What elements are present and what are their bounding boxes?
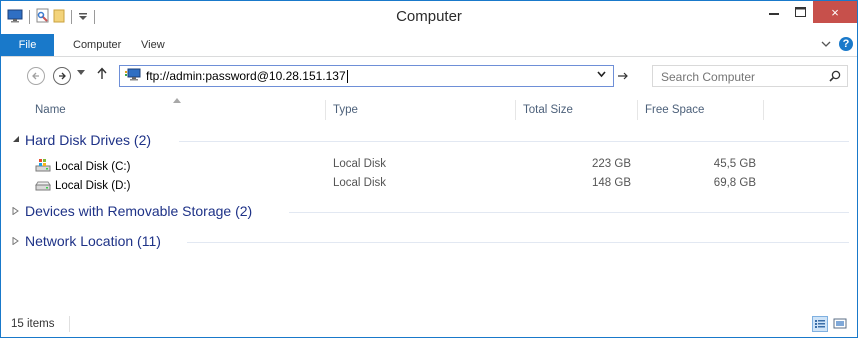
help-icon[interactable]: ? — [839, 37, 853, 51]
group-label: Hard Disk Drives (2) — [25, 132, 152, 148]
search-box[interactable] — [652, 65, 848, 87]
go-arrow-icon — [618, 72, 628, 80]
item-name-cell: Local Disk (D:) — [35, 177, 130, 194]
item-name: Local Disk (D:) — [55, 179, 131, 192]
group-network-location[interactable]: Network Location (11) — [1, 233, 857, 251]
go-button[interactable] — [617, 67, 639, 84]
forward-button[interactable] — [53, 67, 71, 85]
up-arrow-icon — [97, 67, 107, 79]
item-free-space: 69,8 GB — [713, 177, 756, 189]
item-name-cell: Local Disk (C:) — [35, 158, 130, 175]
up-button[interactable] — [97, 67, 107, 83]
group-label: Devices with Removable Storage (2) — [25, 203, 253, 219]
maximize-button[interactable] — [787, 1, 813, 23]
expand-triangle-icon[interactable] — [12, 236, 19, 247]
item-total-size: 223 GB — [592, 158, 631, 170]
column-divider[interactable] — [763, 100, 764, 120]
computer-icon — [125, 68, 141, 84]
list-item[interactable]: Local Disk (C:) Local Disk 223 GB 45,5 G… — [1, 156, 857, 174]
details-view-button[interactable] — [812, 316, 828, 332]
column-divider[interactable] — [325, 100, 326, 120]
back-arrow-icon — [32, 72, 39, 80]
text-cursor — [346, 69, 348, 83]
close-icon: × — [831, 4, 839, 20]
item-total-size: 148 GB — [592, 177, 631, 189]
forward-arrow-icon — [59, 72, 66, 80]
group-label: Network Location (11) — [25, 233, 161, 249]
address-dropdown-button[interactable] — [597, 70, 606, 80]
item-free-space: 45,5 GB — [713, 158, 756, 170]
item-type: Local Disk — [333, 177, 387, 189]
status-divider — [69, 316, 70, 332]
chevron-down-icon — [77, 70, 85, 75]
item-count: 15 items — [11, 318, 55, 330]
maximize-icon — [794, 7, 806, 17]
minimize-button[interactable] — [761, 1, 787, 23]
minimize-icon — [769, 13, 779, 15]
item-type: Local Disk — [333, 158, 387, 170]
status-bar: 15 items — [1, 312, 857, 337]
windows-drive-icon — [35, 158, 51, 175]
close-button[interactable]: × — [813, 1, 857, 23]
expand-ribbon-icon[interactable] — [821, 37, 831, 51]
recent-locations-button[interactable] — [77, 69, 85, 78]
column-free-space[interactable]: Free Space — [645, 104, 704, 116]
group-divider — [179, 141, 849, 142]
column-total-size[interactable]: Total Size — [523, 104, 573, 116]
window-title: Computer — [396, 8, 462, 25]
tab-file[interactable]: File — [1, 34, 54, 56]
sort-ascending-icon — [173, 96, 181, 105]
tab-view[interactable]: View — [141, 34, 165, 56]
column-headers: Name Type Total Size Free Space — [1, 98, 857, 124]
address-input[interactable]: ftp://admin:password@10.28.151.137 — [146, 69, 346, 83]
search-icon[interactable] — [829, 70, 841, 85]
chevron-down-icon — [597, 71, 606, 78]
group-hard-disk-drives[interactable]: Hard Disk Drives (2) — [1, 132, 857, 150]
group-removable-storage[interactable]: Devices with Removable Storage (2) — [1, 203, 857, 221]
back-button[interactable] — [27, 67, 45, 85]
search-input[interactable] — [659, 68, 823, 86]
details-view-icon — [815, 320, 825, 328]
address-bar[interactable]: ftp://admin:password@10.28.151.137 — [119, 65, 614, 87]
list-item[interactable]: Local Disk (D:) Local Disk 148 GB 69,8 G… — [1, 175, 857, 193]
item-name: Local Disk (C:) — [55, 160, 131, 173]
navigation-bar: ftp://admin:password@10.28.151.137 — [1, 64, 857, 92]
group-divider — [187, 242, 849, 243]
column-divider[interactable] — [637, 100, 638, 120]
column-divider[interactable] — [515, 100, 516, 120]
large-icons-view-icon — [833, 318, 847, 329]
large-icons-view-button[interactable] — [832, 316, 848, 332]
ribbon-controls: ? — [821, 37, 853, 51]
group-divider — [289, 212, 849, 213]
expand-triangle-icon[interactable] — [12, 206, 19, 217]
explorer-window: Computer × File Computer View ? ftp://ad… — [0, 0, 858, 338]
collapse-triangle-icon[interactable] — [12, 135, 20, 145]
drive-icon — [35, 177, 51, 194]
tab-computer[interactable]: Computer — [73, 34, 121, 56]
column-name[interactable]: Name — [35, 104, 66, 116]
title-bar: Computer × — [1, 1, 857, 32]
column-type[interactable]: Type — [333, 104, 358, 116]
ribbon-tabs: File Computer View ? — [1, 34, 857, 57]
